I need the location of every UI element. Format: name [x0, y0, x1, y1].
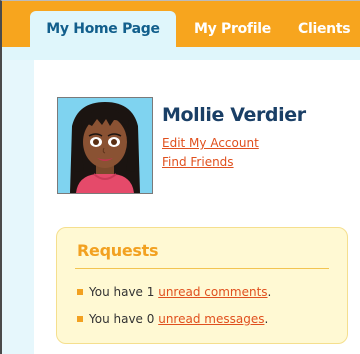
avatar-girl-icon: [58, 98, 152, 193]
request-text: You have 1: [89, 285, 155, 299]
left-sidebar-strip: [2, 60, 34, 354]
requests-panel: Requests You have 1 unread comments. You…: [56, 227, 348, 344]
request-text: You have 0: [89, 312, 155, 326]
tab-clients[interactable]: Clients: [298, 11, 351, 47]
user-name: Mollie Verdier: [162, 104, 306, 126]
request-item-messages: You have 0 unread messages.: [77, 312, 268, 326]
find-friends-link[interactable]: Find Friends: [162, 155, 234, 169]
requests-title: Requests: [77, 241, 159, 260]
edit-my-account-link[interactable]: Edit My Account: [162, 136, 259, 150]
requests-divider: [75, 268, 329, 269]
tab-my-profile[interactable]: My Profile: [194, 11, 271, 47]
square-bullet-icon: [77, 288, 83, 295]
square-bullet-icon: [77, 315, 83, 322]
request-item-comments: You have 1 unread comments.: [77, 285, 271, 299]
avatar: [57, 97, 153, 194]
tab-bar: My Home Page My Profile Clients: [2, 1, 360, 47]
unread-comments-link[interactable]: unread comments: [158, 285, 267, 299]
request-suffix: .: [264, 312, 269, 326]
tab-content-strip: [2, 47, 360, 60]
tab-my-home-page[interactable]: My Home Page: [30, 11, 176, 47]
unread-messages-link[interactable]: unread messages: [158, 312, 264, 326]
request-suffix: .: [267, 285, 272, 299]
